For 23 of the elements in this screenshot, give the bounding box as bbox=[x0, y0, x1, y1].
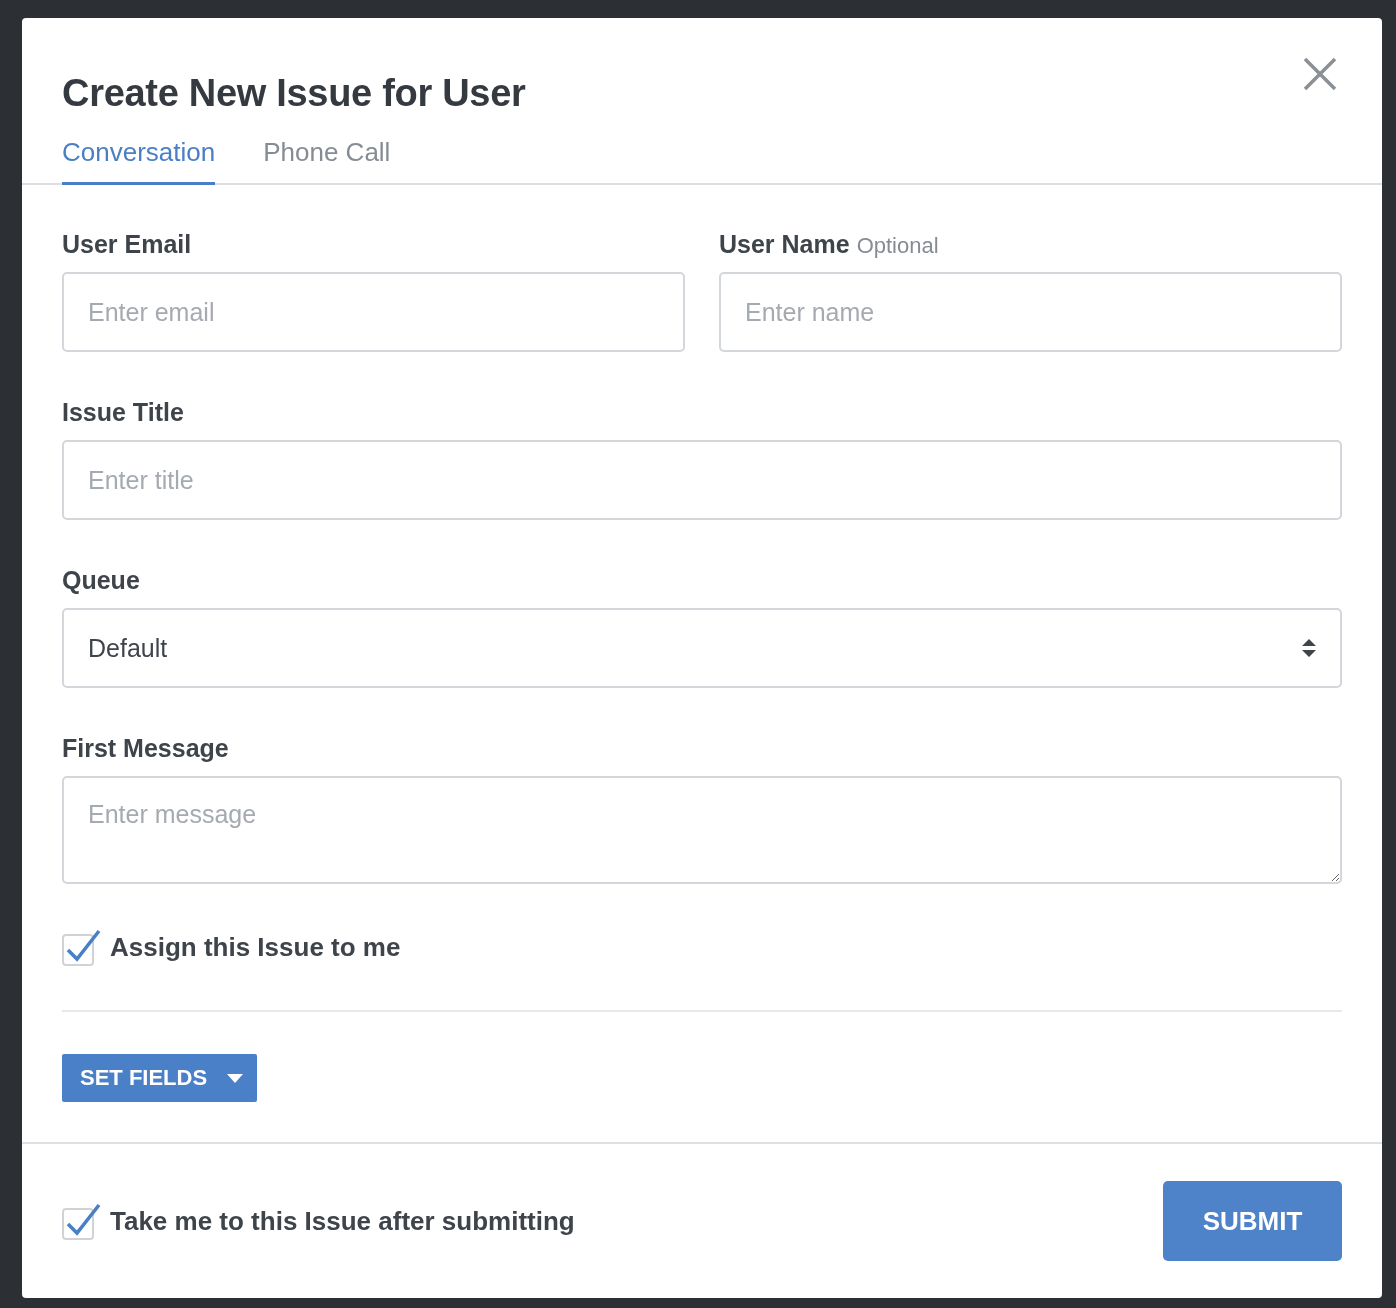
input-field[interactable]: Enter email bbox=[62, 272, 685, 352]
message-field[interactable]: Enter message bbox=[62, 776, 1342, 884]
submit-button[interactable]: SUBMIT bbox=[1163, 1181, 1342, 1261]
select-field[interactable]: Default bbox=[62, 608, 1342, 688]
checkbox-label: Assign this Issue to me bbox=[110, 931, 401, 963]
field-label: User Email bbox=[62, 230, 193, 259]
field-label: Issue Title bbox=[62, 398, 185, 427]
caret-icon bbox=[227, 1073, 244, 1083]
optional-hint: Optional bbox=[856, 233, 939, 259]
set-fields-button[interactable]: SET FIELDS bbox=[62, 1054, 258, 1102]
dialog-title: Create New Issue for User bbox=[62, 72, 526, 115]
checkbox[interactable] bbox=[62, 928, 102, 966]
checkbox[interactable] bbox=[62, 1202, 102, 1240]
sort-arrows-icon bbox=[1302, 638, 1316, 658]
input-field[interactable]: Enter name bbox=[719, 272, 1342, 352]
tab[interactable]: Conversation bbox=[62, 137, 216, 185]
field-label: Queue bbox=[62, 566, 141, 595]
checkbox-label: Take me to this Issue after submitting bbox=[110, 1205, 575, 1237]
field-label: User Name bbox=[719, 230, 850, 259]
input-field[interactable]: Enter title bbox=[62, 440, 1342, 520]
field-label: First Message bbox=[62, 734, 230, 763]
tab[interactable]: Phone Call bbox=[263, 137, 391, 185]
close-icon[interactable] bbox=[1302, 56, 1338, 92]
